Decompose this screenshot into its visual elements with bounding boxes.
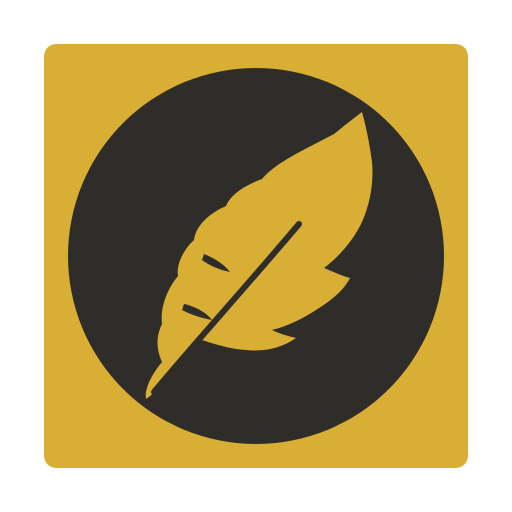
canvas: [0, 0, 512, 512]
app-icon-tile: [44, 44, 468, 468]
feather-app-icon-graphic: [44, 44, 468, 468]
